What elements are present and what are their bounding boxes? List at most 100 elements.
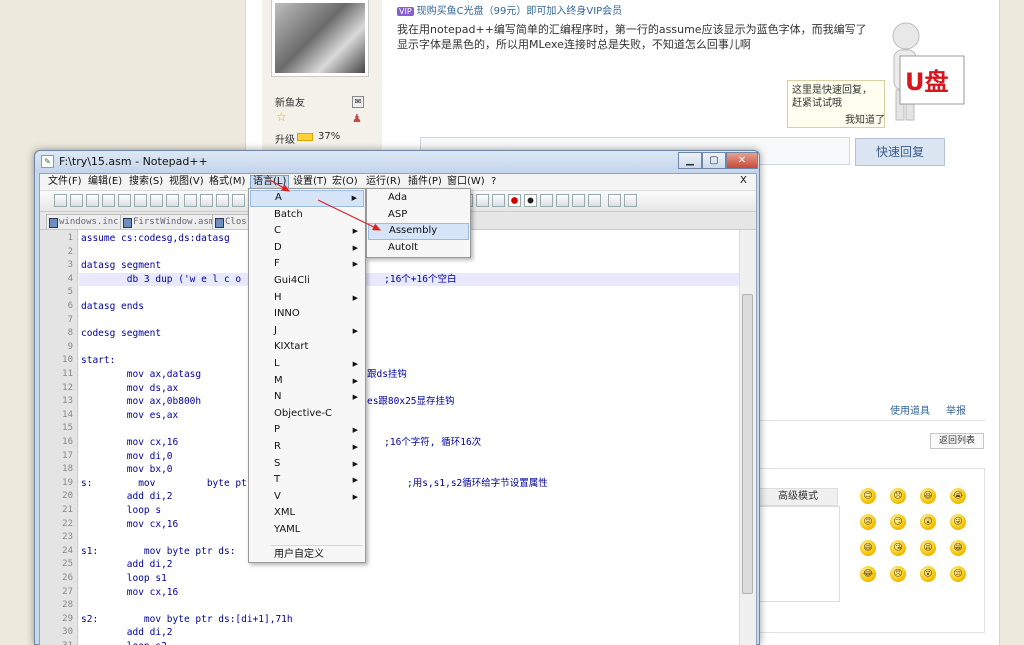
use-tools-link[interactable]: 使用道具 xyxy=(890,402,930,417)
menu-item-lang-inno[interactable]: INNO xyxy=(250,306,364,323)
message-icon[interactable]: ✉ xyxy=(352,96,364,108)
code-line[interactable] xyxy=(79,531,739,545)
code-line[interactable]: s2: mov byte ptr ds:[di+1],71h xyxy=(79,613,739,627)
toolbar-button-icon[interactable] xyxy=(150,194,163,207)
toolbar-button-icon[interactable] xyxy=(200,194,213,207)
toolbar-button-icon[interactable] xyxy=(232,194,245,207)
code-line[interactable]: add di,2 xyxy=(79,626,739,640)
tab-2[interactable]: Clos xyxy=(212,214,251,229)
code-line[interactable] xyxy=(79,599,739,613)
menu-8[interactable]: 运行(R) xyxy=(364,175,403,189)
smiley-icon[interactable]: 😂 xyxy=(860,566,876,582)
smiley-icon[interactable]: 😲 xyxy=(920,514,936,530)
submenu-item-assembly[interactable]: Assembly xyxy=(368,223,469,240)
toolbar-button-icon[interactable] xyxy=(134,194,147,207)
code-line[interactable]: mov ax,datasg ;跟ds挂钩 xyxy=(79,368,739,382)
code-line[interactable]: codesg segment xyxy=(79,327,739,341)
smiley-icon[interactable]: 😫 xyxy=(920,540,936,556)
menu-item-lang-t[interactable]: T ▶ xyxy=(250,472,364,489)
menu-item-lang-a[interactable]: A ▶ xyxy=(250,190,364,207)
menu-item-lang-c[interactable]: C ▶ xyxy=(250,223,364,240)
avatar[interactable] xyxy=(272,0,368,76)
tip-dismiss-link[interactable]: 我知道了 xyxy=(845,111,885,126)
toolbar-button-icon[interactable] xyxy=(86,194,99,207)
menu-item-lang-d[interactable]: D ▶ xyxy=(250,240,364,257)
code-line[interactable]: add di,2 xyxy=(79,558,739,572)
code-line[interactable]: start: xyxy=(79,354,739,368)
toolbar-button-icon[interactable] xyxy=(492,194,505,207)
menu-item-user-defined[interactable]: 用户自定义 xyxy=(250,547,364,564)
menu-item-lang-gui4cli[interactable]: Gui4Cli xyxy=(250,273,364,290)
code-line[interactable]: mov cx,16 ;16个字符, 循环16次 xyxy=(79,436,739,450)
code-line[interactable] xyxy=(79,286,739,300)
menu-2[interactable]: 搜索(S) xyxy=(127,175,165,189)
menu-item-lang-s[interactable]: S ▶ xyxy=(250,456,364,473)
code-line[interactable]: loop s1 xyxy=(79,572,739,586)
code-line[interactable]: datasg segment xyxy=(79,259,739,273)
tab-0[interactable]: windows.inc xyxy=(46,214,123,229)
smiley-icon[interactable]: 😊 xyxy=(860,488,876,504)
report-link[interactable]: 举报 xyxy=(946,402,966,417)
toolbar-button-icon[interactable] xyxy=(624,194,637,207)
code-line[interactable] xyxy=(79,314,739,328)
submenu-item-ada[interactable]: Ada xyxy=(368,190,469,207)
menu-item-lang-xml[interactable]: XML xyxy=(250,505,364,522)
document-close-button[interactable]: X xyxy=(740,175,747,186)
menu-5[interactable]: 语言(L) xyxy=(250,175,290,189)
smiley-icon[interactable]: 😆 xyxy=(920,488,936,504)
toolbar-button-icon[interactable] xyxy=(572,194,585,207)
toolbar-button-icon[interactable] xyxy=(608,194,621,207)
menu-item-lang-f[interactable]: F ▶ xyxy=(250,256,364,273)
code-line[interactable]: loop s2 xyxy=(79,640,739,645)
toolbar-button-icon[interactable] xyxy=(184,194,197,207)
toolbar-button-icon[interactable] xyxy=(166,194,179,207)
toolbar-button-icon[interactable] xyxy=(524,194,537,207)
code-line[interactable]: datasg ends xyxy=(79,300,739,314)
code-line[interactable]: mov cx,16 xyxy=(79,586,739,600)
code-line[interactable]: mov ax,0b800h ;es跟80x25显存挂钩 xyxy=(79,395,739,409)
menu-10[interactable]: 窗口(W) xyxy=(445,175,487,189)
menu-4[interactable]: 格式(M) xyxy=(207,175,247,189)
smiley-icon[interactable]: 😜 xyxy=(950,514,966,530)
title-bar[interactable]: ✎ F:\try\15.asm - Notepad++ ▁ ▢ ✕ xyxy=(35,151,759,173)
toolbar-button-icon[interactable] xyxy=(118,194,131,207)
submenu-item-autoit[interactable]: AutoIt xyxy=(368,240,469,257)
toolbar-button-icon[interactable] xyxy=(54,194,67,207)
toolbar-button-icon[interactable] xyxy=(540,194,553,207)
code-line[interactable]: add di,2 xyxy=(79,490,739,504)
toolbar-button-icon[interactable] xyxy=(508,194,521,207)
vip-promo-link[interactable]: VIP 现购买鱼C光盘（99元）即可加入终身VIP会员 xyxy=(397,2,622,17)
submenu-item-asp[interactable]: ASP xyxy=(368,207,469,224)
menu-7[interactable]: 宏(O) xyxy=(330,175,360,189)
maximize-button[interactable]: ▢ xyxy=(702,152,726,169)
toolbar-button-icon[interactable] xyxy=(102,194,115,207)
smiley-icon[interactable]: 😭 xyxy=(950,488,966,504)
smiley-icon[interactable]: 😁 xyxy=(950,540,966,556)
menu-9[interactable]: 插件(P) xyxy=(406,175,444,189)
code-line[interactable]: mov es,ax xyxy=(79,409,739,423)
menu-1[interactable]: 编辑(E) xyxy=(86,175,124,189)
tab-1[interactable]: FirstWindow.asm xyxy=(120,214,219,229)
code-line[interactable]: mov cx,16 xyxy=(79,518,739,532)
menu-3[interactable]: 视图(V) xyxy=(167,175,206,189)
toolbar-button-icon[interactable] xyxy=(476,194,489,207)
code-line[interactable]: mov ds,ax xyxy=(79,382,739,396)
code-line[interactable]: db 3 dup ('w e l c o m ! ') ;16个+16个空白 xyxy=(79,272,739,287)
code-line[interactable]: s1: mov byte ptr ds: xyxy=(79,545,739,559)
code-editor[interactable]: assume cs:codesg,ds:datasg datasg segment… xyxy=(79,230,739,645)
menu-11[interactable]: ? xyxy=(489,175,498,189)
smiley-icon[interactable]: 😘 xyxy=(890,540,906,556)
toolbar-button-icon[interactable] xyxy=(556,194,569,207)
menu-item-lang-m[interactable]: M ▶ xyxy=(250,373,364,390)
menu-6[interactable]: 设置(T) xyxy=(291,175,329,189)
reply-textarea[interactable] xyxy=(758,506,840,602)
menu-item-lang-l[interactable]: L ▶ xyxy=(250,356,364,373)
menu-item-lang-h[interactable]: H ▶ xyxy=(250,290,364,307)
scrollbar-thumb[interactable] xyxy=(742,294,753,594)
toolbar-button-icon[interactable] xyxy=(216,194,229,207)
toolbar-button-icon[interactable] xyxy=(588,194,601,207)
minimize-button[interactable]: ▁ xyxy=(678,152,702,169)
code-line[interactable] xyxy=(79,341,739,355)
smiley-icon[interactable]: 😒 xyxy=(950,566,966,582)
code-line[interactable]: mov di,0 xyxy=(79,450,739,464)
